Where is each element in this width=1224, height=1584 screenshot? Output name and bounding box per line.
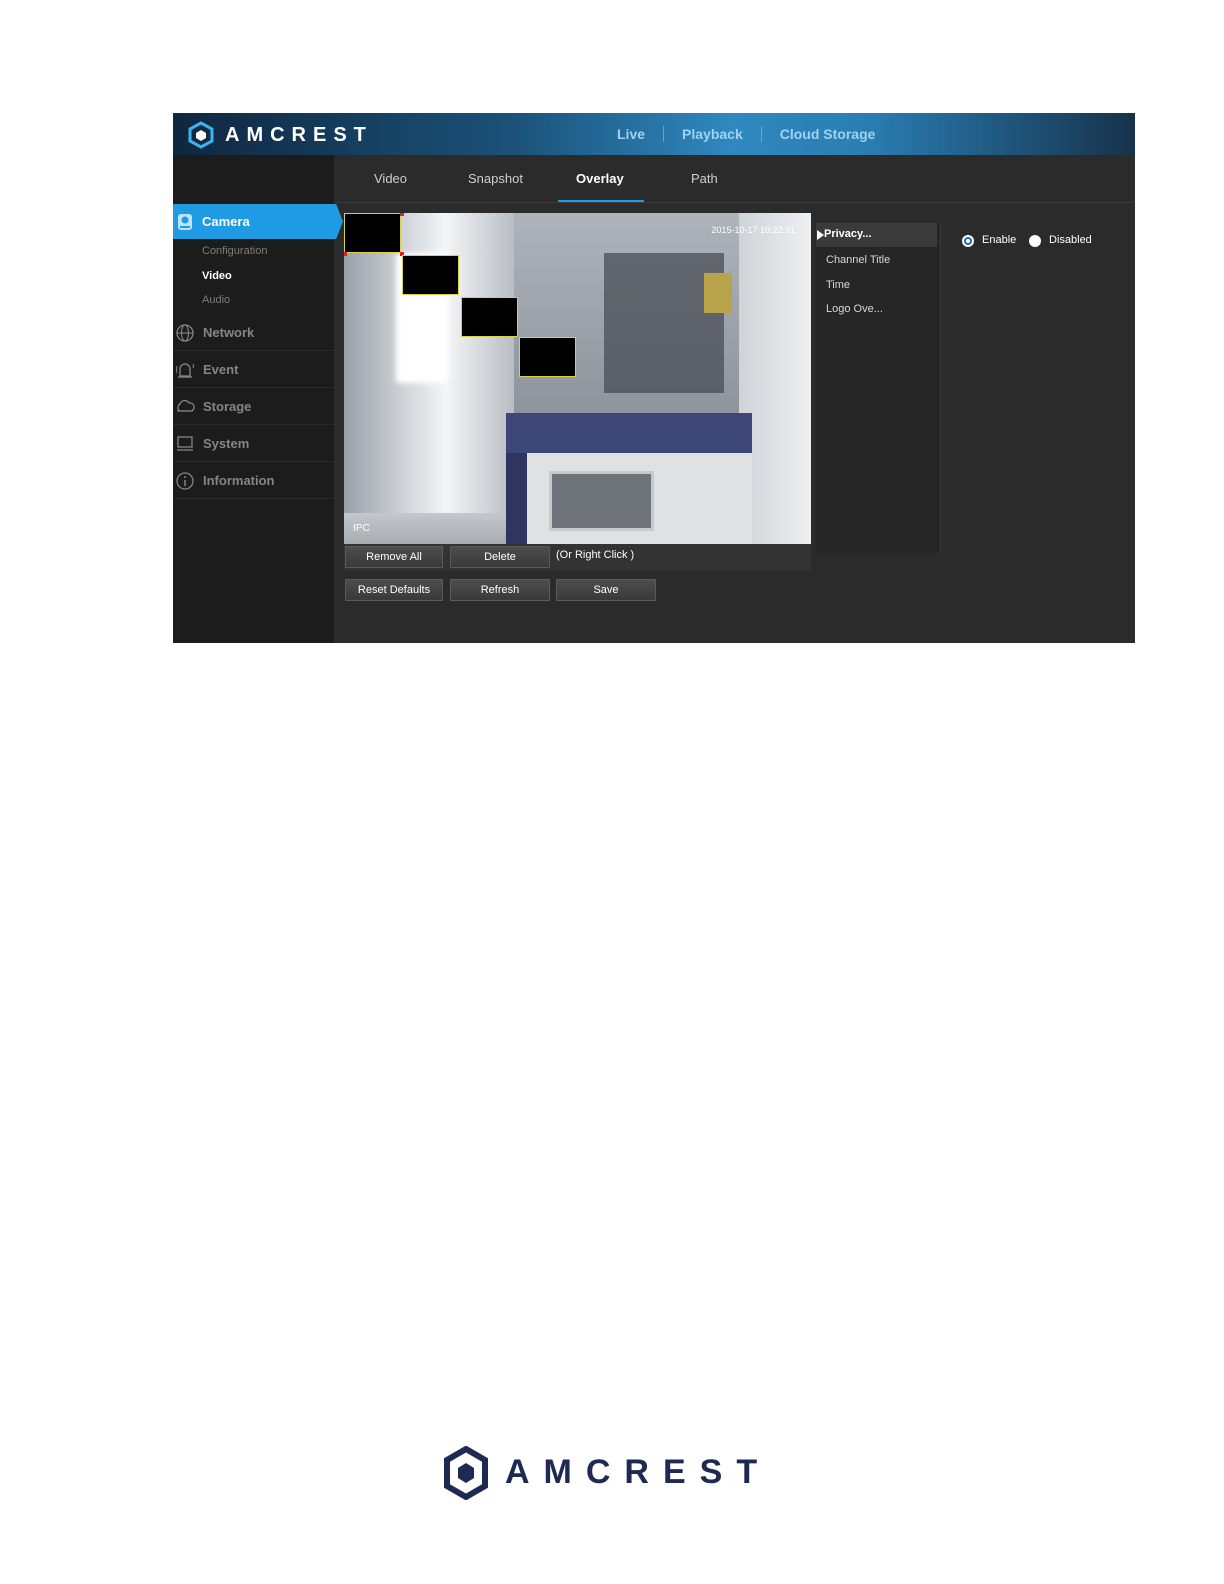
sidebar-item-label: Camera [202,214,250,229]
footer-logo: AMCREST [443,1446,773,1500]
video-timestamp: 2015-10-17 10:22:31 [711,225,795,235]
settings-tabs: Video Snapshot Overlay Path [334,155,1135,203]
disabled-radio[interactable] [1029,235,1041,247]
video-preview[interactable]: 2015-10-17 10:22:31 IPC [344,213,811,544]
top-header-bar: AMCREST Live Playback Cloud Storage [173,113,1135,155]
cloud-storage-icon [177,399,195,412]
brand-name: AMCREST [225,124,373,146]
sidebar-item-camera[interactable]: Camera [173,204,343,239]
tab-video[interactable]: Video [374,171,407,186]
enable-radio[interactable] [962,235,974,247]
resize-handle[interactable] [400,213,404,216]
footer-brand-name: AMCREST [505,1453,772,1491]
sidebar-item-label: Information [203,473,275,488]
nav-cloud-storage[interactable]: Cloud Storage [762,126,894,142]
delete-button[interactable]: Delete [450,546,550,568]
overlay-submenu: Privacy... Channel Title Time Logo Ove..… [816,223,941,553]
privacy-mask-region[interactable] [461,297,518,337]
amcrest-logo-icon [188,121,214,149]
top-nav: Live Playback Cloud Storage [599,113,893,155]
submenu-item-logo-overlay[interactable]: Logo Ove... [826,303,883,315]
sidebar-item-label: Storage [203,399,252,414]
sidebar: Camera Configuration Video Audio Network… [173,155,343,643]
sidebar-item-event[interactable]: Event [173,351,334,388]
sidebar-item-label: Network [203,325,255,340]
tab-overlay[interactable]: Overlay [576,171,624,186]
active-tab-indicator [558,200,644,202]
sidebar-item-information[interactable]: Information [173,462,334,499]
refresh-button[interactable]: Refresh [450,579,550,601]
alarm-bell-icon [176,363,194,378]
camera-web-ui: AMCREST Live Playback Cloud Storage Came… [173,113,1135,643]
camera-icon [178,214,192,230]
submenu-item-channel-title[interactable]: Channel Title [826,254,890,266]
privacy-mask-region[interactable] [344,213,404,256]
disabled-label: Disabled [1049,234,1092,246]
submenu-item-time[interactable]: Time [826,279,850,291]
privacy-mask-region[interactable] [402,255,459,295]
nav-live[interactable]: Live [599,126,663,142]
amcrest-logo-icon [444,1446,488,1500]
channel-label: IPC [353,523,370,534]
sidebar-item-label: Event [203,362,239,377]
submenu-item-label: Privacy... [824,228,872,240]
nav-playback[interactable]: Playback [664,126,761,142]
scene-cabinet-window [549,471,654,531]
submenu-item-privacy[interactable]: Privacy... [816,223,937,247]
network-globe-icon [176,324,194,342]
reset-defaults-button[interactable]: Reset Defaults [345,579,443,601]
enable-label: Enable [982,234,1017,246]
arrow-right-icon [817,230,824,240]
nav-divider [760,126,762,142]
privacy-mask-region[interactable] [519,337,576,377]
resize-handle[interactable] [344,252,347,256]
monitor-icon [177,436,193,451]
nav-divider [663,126,665,142]
tab-snapshot[interactable]: Snapshot [468,171,523,186]
scene-counter-top [506,413,752,453]
info-icon [176,472,194,490]
sidebar-item-network[interactable]: Network [173,314,334,351]
right-click-hint: (Or Right Click ) [556,549,635,561]
scene-shelf [704,273,732,313]
sidebar-sub-audio[interactable]: Audio [202,294,230,306]
save-button[interactable]: Save [556,579,656,601]
sidebar-sub-video[interactable]: Video [202,270,232,282]
tab-path[interactable]: Path [691,171,718,186]
sidebar-item-storage[interactable]: Storage [173,388,334,425]
sidebar-sub-configuration[interactable]: Configuration [202,245,267,257]
remove-all-button[interactable]: Remove All [345,546,443,568]
sidebar-item-system[interactable]: System [173,425,334,462]
sidebar-item-label: System [203,436,250,451]
